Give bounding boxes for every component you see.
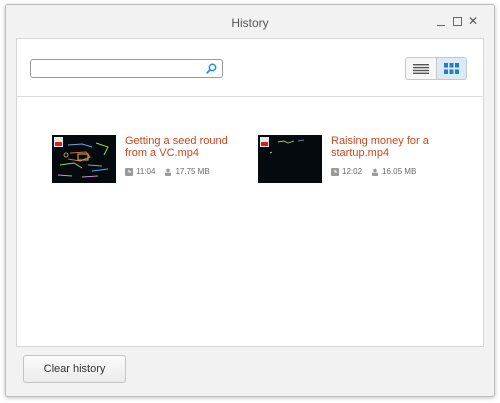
- close-button[interactable]: ✕: [466, 14, 480, 28]
- toolbar: [17, 39, 483, 97]
- grid-view-button[interactable]: [435, 58, 466, 79]
- video-thumbnail[interactable]: [258, 135, 322, 183]
- title-bar[interactable]: History ✕: [6, 5, 494, 41]
- video-meta: 12:02 16.05 MB: [331, 167, 416, 176]
- whiteboard-thumbnail-icon: [54, 137, 109, 178]
- minimize-icon: [437, 24, 445, 26]
- video-meta: 11:04 17.75 MB: [125, 167, 210, 176]
- video-thumbnail[interactable]: [52, 135, 116, 183]
- history-item[interactable]: Raising money for a startup.mp4 12:02 16…: [258, 135, 458, 185]
- video-title[interactable]: Raising money for a startup.mp4: [331, 135, 456, 159]
- file-size-icon: [372, 168, 379, 176]
- clock-icon: [331, 167, 339, 176]
- video-duration: 11:04: [136, 167, 156, 176]
- content-panel: Getting a seed round from a VC.mp4 11:04…: [16, 38, 484, 347]
- history-window: History ✕ Getting a seed round from a VC…: [5, 4, 495, 397]
- file-size-icon: [165, 168, 172, 176]
- list-view-icon: [412, 63, 429, 74]
- view-toggle: [405, 57, 467, 80]
- maximize-button[interactable]: [450, 14, 464, 28]
- list-view-button[interactable]: [406, 58, 436, 79]
- search-box[interactable]: [30, 59, 223, 78]
- clock-icon: [125, 167, 133, 176]
- window-title: History: [231, 16, 269, 30]
- video-title[interactable]: Getting a seed round from a VC.mp4: [125, 135, 250, 159]
- clear-history-button[interactable]: Clear history: [23, 355, 126, 383]
- minimize-button[interactable]: [434, 14, 448, 28]
- close-icon: ✕: [467, 14, 479, 28]
- grid-view-icon: [443, 63, 459, 74]
- maximize-icon: [452, 16, 462, 26]
- history-item[interactable]: Getting a seed round from a VC.mp4 11:04…: [52, 135, 252, 185]
- search-input[interactable]: [35, 61, 199, 76]
- video-size: 17.75 MB: [175, 167, 210, 176]
- video-size: 16.05 MB: [382, 167, 417, 176]
- whiteboard-thumbnail-icon: [260, 137, 305, 154]
- video-duration: 12:02: [342, 167, 363, 176]
- search-icon[interactable]: [206, 63, 217, 74]
